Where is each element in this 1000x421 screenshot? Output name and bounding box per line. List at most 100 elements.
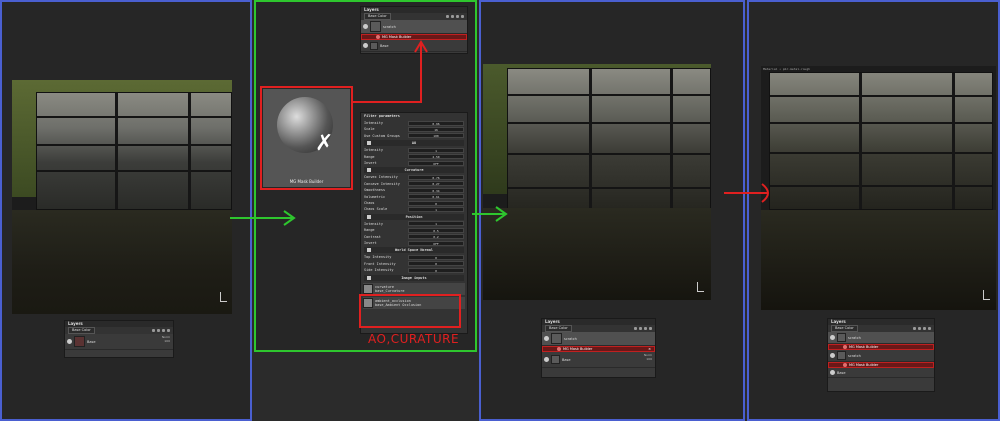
param-label: Use Custom Groups (364, 133, 400, 138)
generator-icon (557, 347, 561, 351)
param-value-field[interactable]: 0.96 (408, 120, 464, 126)
param-value-field[interactable]: 16 (408, 126, 464, 132)
section-title: World Space Normal (395, 248, 433, 253)
layer-row-scratch-copy[interactable]: scratch (828, 332, 934, 344)
gate-render (36, 92, 232, 210)
visibility-eye-icon[interactable] (830, 353, 835, 358)
layer-row-scratch[interactable]: scratch (542, 332, 655, 346)
section-checkbox-icon[interactable] (367, 168, 371, 173)
channel-select[interactable]: Base Color (545, 325, 572, 332)
caption-ao-curvature: AO,CURATURE (368, 332, 460, 346)
param-label: Contrast (364, 234, 381, 239)
3d-viewport[interactable]: Material • pbr-metal-rough (483, 64, 711, 300)
param-value-field[interactable]: 0 (408, 267, 464, 273)
layer-row-base[interactable]: Base Norm 100 (65, 334, 173, 350)
param-section-header[interactable]: AO (364, 140, 464, 147)
flow-arrow-1 (230, 210, 296, 226)
param-label: Front Intensity (364, 261, 396, 266)
section-title: Curvature (404, 168, 424, 173)
param-value-field[interactable]: 0.5 (408, 227, 464, 233)
param-label: Top Intensity (364, 255, 392, 260)
image-input-slot[interactable]: curvature base_Curvature (363, 282, 465, 295)
axis-gizmo-icon (218, 292, 228, 304)
param-value-field[interactable]: 1 (408, 206, 464, 212)
3d-viewport[interactable]: Material • pbr-metal-rough (761, 66, 996, 310)
param-value-field[interactable]: 1 (408, 147, 464, 153)
layers-panel: Layers Base Color scratch MG Mask Builde… (541, 318, 656, 378)
generator-icon (843, 363, 847, 367)
param-value-field[interactable]: 0 (408, 254, 464, 260)
mask-icon[interactable] (157, 329, 160, 332)
param-row: Range 0.5 (364, 227, 464, 233)
layer-row-scratch[interactable]: scratch (828, 350, 934, 362)
layer-thumbnail (551, 333, 562, 344)
param-section-header[interactable]: Curvature (364, 167, 464, 174)
param-value-field[interactable]: OFF (408, 160, 464, 166)
param-value-field[interactable]: 0.27 (408, 181, 464, 187)
param-label: Invert (364, 241, 377, 245)
param-row: Intensity 0.96 (364, 120, 464, 126)
param-value-field[interactable]: 0.61 (408, 194, 464, 200)
remove-mask-icon[interactable]: × (648, 347, 651, 351)
visibility-eye-icon[interactable] (830, 335, 835, 340)
layer-name: Base (562, 357, 571, 362)
delete-icon[interactable] (167, 329, 170, 332)
section-checkbox-icon[interactable] (367, 248, 371, 253)
opacity-value[interactable]: 100 (644, 357, 652, 361)
param-row: Front Intensity 0 (364, 261, 464, 267)
param-section-header[interactable]: World Space Normal (364, 247, 464, 254)
image-input-source: base_Curvature (375, 288, 405, 293)
param-value-field[interactable]: 0 (408, 200, 464, 206)
param-row: Invert OFF (364, 240, 464, 246)
param-value-field[interactable]: 0.76 (408, 174, 464, 180)
param-row: Smoothness 0.34 (364, 187, 464, 193)
param-label: Intensity (364, 121, 383, 125)
axis-gizmo-icon (695, 282, 705, 294)
param-value-field[interactable]: 2.50 (408, 154, 464, 160)
param-row: Concave Intensity 0.27 (364, 181, 464, 187)
section-checkbox-icon[interactable] (367, 141, 371, 146)
mask-generator-name: MG Mask Builder (849, 345, 879, 349)
generator-icon (843, 345, 847, 349)
image-input-thumbnail (363, 283, 373, 294)
image-inputs-highlight (359, 294, 461, 328)
step-panel-4: Material • pbr-metal-rough Layers Base C… (747, 0, 1000, 421)
param-row: Intensity 1 (364, 221, 464, 227)
param-label: Chaos Scale (364, 207, 388, 212)
param-value-field[interactable]: 0.34 (408, 187, 464, 193)
visibility-eye-icon[interactable] (544, 336, 549, 341)
gate-render (507, 68, 711, 210)
param-value-field[interactable]: OFF (408, 240, 464, 246)
visibility-eye-icon[interactable] (67, 339, 72, 344)
param-row: Invert OFF (364, 160, 464, 166)
channel-select[interactable]: Base Color (831, 325, 858, 332)
3d-viewport[interactable]: Mat • pbr-metal-rough (12, 80, 232, 314)
layer-row-base[interactable]: Base Norm 100 (542, 352, 655, 368)
param-value-field[interactable]: 100 (408, 133, 464, 139)
channel-select[interactable]: Base Color (68, 327, 95, 334)
param-value-field[interactable]: 0.2 (408, 234, 464, 240)
param-label: Volumetric (364, 194, 386, 199)
opacity-value[interactable]: 100 (162, 339, 170, 343)
param-label: Intensity (364, 221, 383, 226)
param-row: Chaos 0 (364, 200, 464, 206)
param-value-field[interactable]: 1 (408, 221, 464, 227)
param-section-header[interactable]: Position (364, 213, 464, 220)
param-value-field[interactable]: 0 (408, 261, 464, 267)
param-row: Scale 16 (364, 126, 464, 132)
layer-name: scratch (848, 353, 861, 358)
param-row: Chaos Scale 1 (364, 206, 464, 212)
param-label: Intensity (364, 148, 383, 153)
param-row: Volumetric 0.61 (364, 194, 464, 200)
layer-thumbnail (74, 336, 85, 347)
add-layer-icon[interactable] (152, 329, 155, 332)
folder-icon[interactable] (162, 329, 165, 332)
section-checkbox-icon[interactable] (367, 275, 371, 280)
visibility-eye-icon[interactable] (830, 370, 835, 375)
section-checkbox-icon[interactable] (367, 214, 371, 219)
layer-row-base[interactable]: Base (828, 368, 934, 378)
param-row: Side Intensity 0 (364, 267, 464, 273)
visibility-eye-icon[interactable] (544, 357, 549, 362)
param-label: Range (364, 228, 375, 233)
param-section-header[interactable]: Image inputs (364, 274, 464, 281)
